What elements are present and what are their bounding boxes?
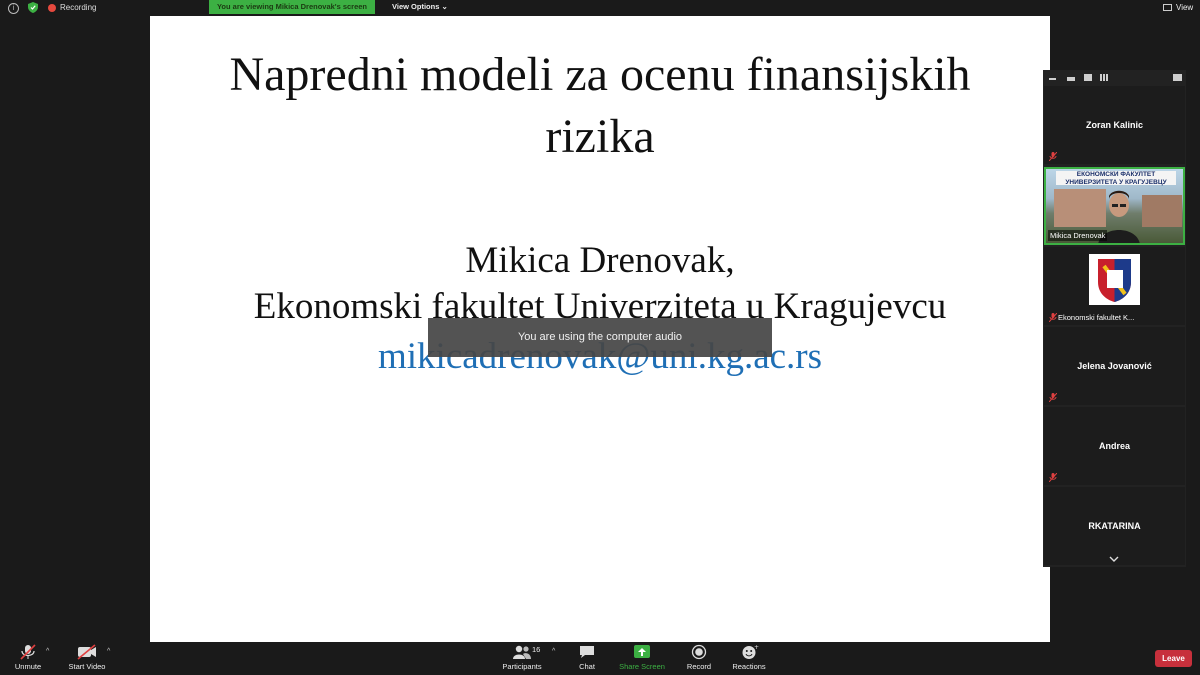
muted-mic-icon <box>1049 473 1057 482</box>
share-screen-button[interactable]: Share Screen <box>618 644 666 671</box>
participant-name: Ekonomski fakultet K... <box>1058 313 1135 322</box>
participant-name: Mikica Drenovak <box>1048 230 1108 241</box>
slide-title-line2: rizika <box>545 110 655 163</box>
audio-toast: You are using the computer audio <box>428 318 772 357</box>
participants-icon <box>513 645 531 659</box>
participant-tile[interactable]: Zoran Kalinic <box>1044 86 1185 164</box>
faculty-banner: ЕКОНОМСКИ ФАКУЛТЕТ УНИВЕРЗИТЕТА У КРАГУЈ… <box>1056 171 1176 186</box>
participants-caret-icon[interactable]: ^ <box>552 648 555 655</box>
video-off-icon <box>77 644 96 660</box>
chevron-down-icon[interactable] <box>1109 556 1119 562</box>
minimize-icon[interactable] <box>1049 78 1056 80</box>
record-dot-icon <box>48 3 56 12</box>
top-bar: i Recording You are viewing Mikica Dreno… <box>0 0 1200 16</box>
view-button[interactable]: View <box>1163 3 1193 12</box>
participants-count: 16 <box>532 645 541 654</box>
faculty-banner-line2: УНИВЕРЗИТЕТА У КРАГУЈЕВЦУ <box>1065 179 1167 186</box>
unmute-label: Unmute <box>14 662 42 671</box>
slide-title-line1: Napredni modeli za ocenu finansijskih <box>229 48 971 101</box>
view-options-button[interactable]: View Options ⌄ <box>392 2 448 11</box>
participant-tile-active-speaker[interactable]: ЕКОНОМСКИ ФАКУЛТЕТ УНИВЕРЗИТЕТА У КРАГУЈ… <box>1044 167 1185 245</box>
unmute-button[interactable]: Unmute <box>8 644 48 671</box>
view-options-label: View Options <box>392 2 440 11</box>
chat-button[interactable]: Chat <box>574 644 600 671</box>
view-label: View <box>1176 3 1194 12</box>
participant-name: Andrea <box>1098 441 1130 451</box>
participant-tile[interactable]: Andrea <box>1044 407 1185 485</box>
info-icon[interactable]: i <box>8 3 19 14</box>
share-screen-icon <box>634 645 650 658</box>
muted-mic-icon <box>1049 152 1057 161</box>
video-options-caret-icon[interactable]: ^ <box>107 648 110 655</box>
muted-mic-icon <box>1049 393 1057 402</box>
reactions-icon: + <box>742 644 759 659</box>
viewing-banner: You are viewing Mikica Drenovak's screen <box>209 0 375 14</box>
gallery-toolbar <box>1043 70 1186 86</box>
slide-author: Mikica Drenovak, Ekonomski fakultet Univ… <box>150 238 1050 330</box>
participant-tile[interactable]: Jelena Jovanović <box>1044 327 1185 405</box>
audio-options-caret-icon[interactable]: ^ <box>46 648 49 655</box>
participant-name: Zoran Kalinic <box>1085 120 1143 130</box>
faculty-banner-line1: ЕКОНОМСКИ ФАКУЛТЕТ <box>1076 171 1156 178</box>
view-grid-icon <box>1163 4 1172 11</box>
record-icon <box>691 644 707 660</box>
slide-title: Napredni modeli za ocenu finansijskih ri… <box>150 44 1050 168</box>
participant-name: Jelena Jovanović <box>1077 361 1152 371</box>
muted-mic-icon <box>20 644 36 660</box>
recording-indicator[interactable]: Recording <box>48 3 96 12</box>
building-image <box>1142 195 1182 227</box>
share-screen-label: Share Screen <box>619 662 665 671</box>
strip-view-icon[interactable] <box>1084 74 1092 81</box>
faculty-logo <box>1089 254 1140 305</box>
muted-mic-icon <box>1049 313 1057 322</box>
leave-button[interactable]: Leave <box>1155 650 1192 667</box>
record-button[interactable]: Record <box>684 644 714 671</box>
start-video-label: Start Video <box>68 662 106 671</box>
participants-label: Participants <box>502 662 542 671</box>
faculty-crest-icon <box>1098 259 1131 302</box>
participant-name: RKATARINA <box>1088 521 1141 531</box>
gallery-view-icon[interactable] <box>1100 74 1108 81</box>
participant-tile[interactable]: Ekonomski fakultet K... <box>1044 247 1185 325</box>
participant-tile[interactable]: RKATARINA <box>1044 487 1185 565</box>
expand-icon[interactable] <box>1173 74 1182 81</box>
recording-label: Recording <box>60 3 97 12</box>
meeting-controls: Unmute ^ Start Video ^ Participants 16 ^… <box>0 642 1200 675</box>
record-label: Record <box>686 662 712 671</box>
start-video-button[interactable]: Start Video <box>64 644 110 671</box>
chat-icon <box>580 646 594 658</box>
svg-text:+: + <box>754 644 759 651</box>
slide-author-name: Mikica Drenovak, <box>465 240 735 281</box>
reactions-button[interactable]: + Reactions <box>730 644 768 671</box>
reactions-label: Reactions <box>732 662 766 671</box>
speaker-view-icon[interactable] <box>1067 77 1075 81</box>
chevron-down-icon: ⌄ <box>441 2 448 11</box>
chat-label: Chat <box>579 662 595 671</box>
shield-icon[interactable] <box>28 2 38 13</box>
gallery-panel: Zoran Kalinic ЕКОНОМСКИ ФАКУЛТЕТ УНИВЕРЗ… <box>1043 70 1186 567</box>
